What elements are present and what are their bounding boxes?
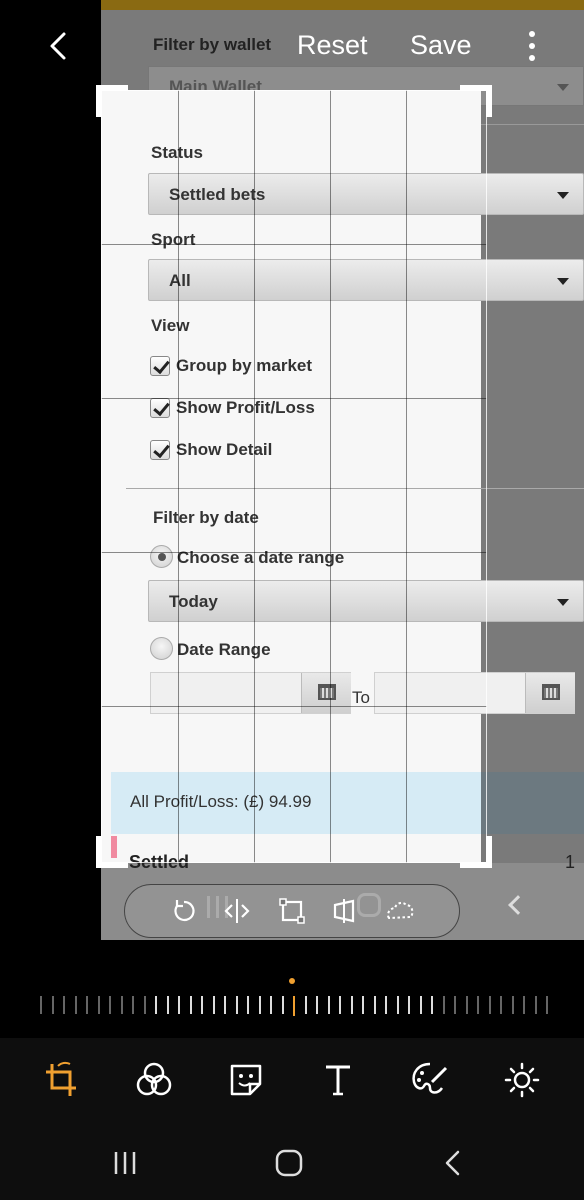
ruler-tick	[259, 996, 261, 1014]
crop-handle-bottom-right[interactable]	[460, 836, 492, 868]
ruler-tick	[454, 996, 456, 1014]
ruler-tick	[420, 996, 422, 1014]
crop-frame[interactable]	[96, 85, 492, 868]
back-icon	[445, 1150, 460, 1176]
ruler-tick	[213, 996, 215, 1014]
ruler-tick	[155, 996, 157, 1014]
ruler-tick	[201, 996, 203, 1014]
save-button[interactable]: Save	[410, 30, 472, 61]
reset-button[interactable]: Reset	[297, 30, 368, 61]
crop-handle-top-right[interactable]	[460, 85, 492, 117]
ruler-tick	[500, 996, 502, 1014]
ruler-tick	[167, 996, 169, 1014]
ruler-tick	[362, 996, 364, 1014]
settled-count: 1	[565, 852, 576, 872]
chevron-down-icon	[557, 192, 569, 199]
app-header-bar	[101, 0, 584, 10]
recents-button[interactable]	[112, 1150, 140, 1176]
ruler-tick	[443, 996, 445, 1014]
ruler-tick	[385, 996, 387, 1014]
ruler-tick	[178, 996, 180, 1014]
sticker-icon[interactable]	[224, 1058, 268, 1102]
perspective-icon[interactable]	[331, 896, 361, 926]
ruler-tick	[132, 996, 134, 1014]
ruler-tick	[109, 996, 111, 1014]
lasso-icon[interactable]	[384, 896, 414, 926]
ruler-tick	[489, 996, 491, 1014]
chevron-down-icon	[557, 84, 569, 91]
crop-handle-top-left[interactable]	[96, 85, 128, 117]
ruler-tick	[247, 996, 249, 1014]
more-options-button[interactable]	[520, 28, 544, 64]
ruler-tick	[98, 996, 100, 1014]
ruler-tick	[282, 996, 284, 1014]
ruler-tick	[374, 996, 376, 1014]
wallet-filter-label: Filter by wallet	[153, 35, 272, 54]
ruler-tick	[535, 996, 537, 1014]
system-navigation-bar	[0, 1128, 584, 1200]
ruler-tick	[397, 996, 399, 1014]
ruler-tick	[236, 996, 238, 1014]
chevron-down-icon	[557, 599, 569, 606]
straighten-ruler[interactable]	[40, 996, 548, 1016]
draw-icon[interactable]	[408, 1058, 452, 1102]
ruler-tick	[431, 996, 433, 1014]
ruler-tick	[63, 996, 65, 1014]
calendar-icon	[542, 684, 560, 700]
ruler-tick	[224, 996, 226, 1014]
editor-toolbar	[0, 1038, 584, 1128]
ruler-tick	[305, 996, 307, 1014]
ruler-tick	[351, 996, 353, 1014]
ruler-tick	[270, 996, 272, 1014]
ruler-tick	[546, 996, 548, 1014]
filters-icon[interactable]	[132, 1058, 176, 1102]
ruler-tick	[121, 996, 123, 1014]
ruler-tick	[86, 996, 88, 1014]
profit-loss-banner-dimmed	[481, 772, 584, 834]
brightness-icon[interactable]	[500, 1058, 544, 1102]
ruler-tick	[339, 996, 341, 1014]
ruler-tick	[40, 996, 42, 1014]
ruler-tick	[75, 996, 77, 1014]
ruler-tick	[523, 996, 525, 1014]
ruler-tick	[190, 996, 192, 1014]
text-icon[interactable]	[316, 1058, 360, 1102]
crop-handle-bottom-left[interactable]	[96, 836, 128, 868]
crop-border	[101, 90, 487, 863]
to-date-calendar-button	[525, 673, 575, 713]
ruler-tick	[408, 996, 410, 1014]
free-crop-icon[interactable]	[277, 896, 307, 926]
rotate-icon[interactable]	[169, 896, 199, 926]
home-button[interactable]	[274, 1148, 304, 1178]
ruler-tick	[144, 996, 146, 1014]
back-nav-button[interactable]	[440, 1148, 466, 1178]
home-icon	[275, 1149, 303, 1177]
back-button[interactable]	[40, 28, 76, 64]
ruler-indicator-dot	[289, 978, 295, 984]
ruler-tick	[466, 996, 468, 1014]
ruler-tick	[477, 996, 479, 1014]
chevron-left-icon	[50, 32, 66, 60]
ruler-center-tick	[293, 996, 295, 1016]
more-vertical-icon	[529, 31, 535, 61]
recents-icon	[114, 1152, 136, 1174]
crop-icon[interactable]	[40, 1058, 84, 1102]
ruler-tick	[512, 996, 514, 1014]
chevron-down-icon	[557, 278, 569, 285]
ruler-tick	[316, 996, 318, 1014]
ruler-tick	[52, 996, 54, 1014]
transform-tools-pill	[124, 884, 460, 938]
flip-icon[interactable]	[222, 896, 252, 926]
ruler-tick	[328, 996, 330, 1014]
